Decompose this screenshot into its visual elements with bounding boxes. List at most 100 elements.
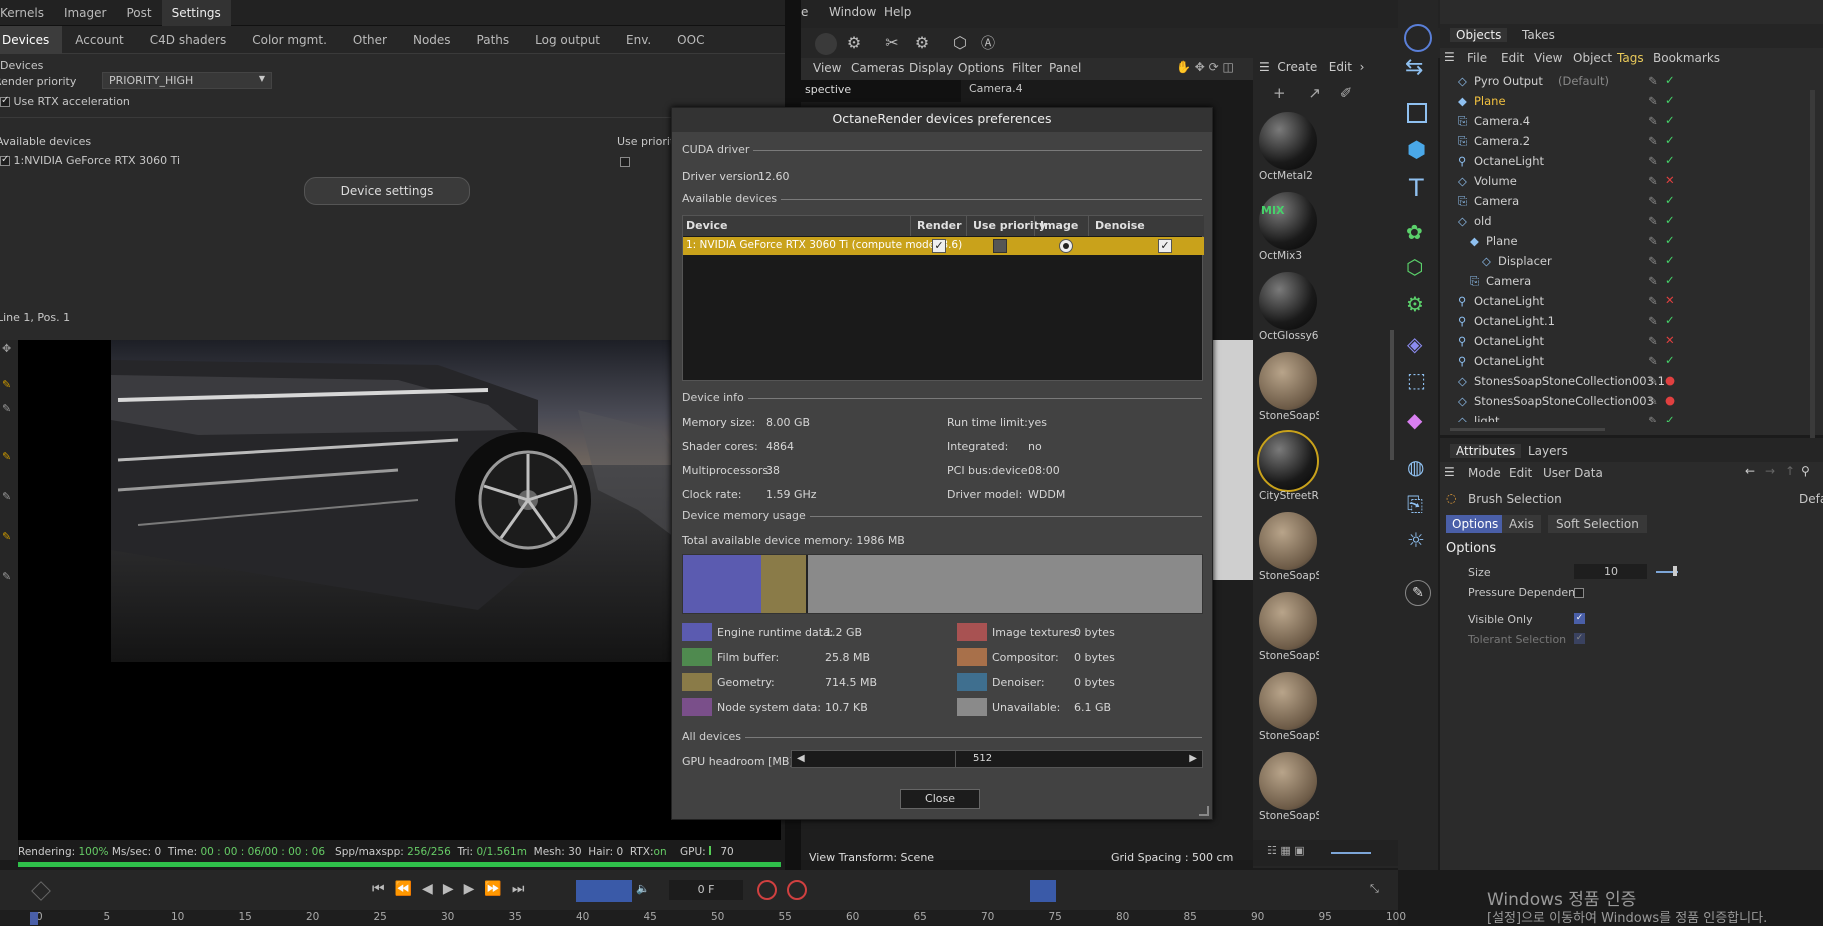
nav-up-icon[interactable]: ↑ <box>1785 464 1795 478</box>
object-row[interactable]: ⎘ Camera ✎ ✓ <box>1440 192 1823 212</box>
subtab-options[interactable]: Options <box>1446 515 1505 533</box>
render-settings-icon[interactable]: ✂ <box>881 33 903 55</box>
visible-only-checkbox[interactable]: ✓ <box>1574 613 1585 624</box>
enabled-check-icon[interactable]: ✓ <box>1665 153 1675 167</box>
tolerant-checkbox[interactable]: ✓ <box>1574 633 1585 644</box>
object-row[interactable]: ⎘ Camera ✎ ✓ <box>1440 272 1823 292</box>
eraser-tool-icon[interactable]: ✎ <box>2 570 11 583</box>
attribute-icon[interactable]: Ⓐ <box>977 33 999 55</box>
spline-icon[interactable]: ◆ <box>1407 408 1422 432</box>
subtab-account[interactable]: Account <box>62 26 136 54</box>
object-scrollbar[interactable] <box>1810 90 1815 460</box>
enabled-check-icon[interactable]: ✓ <box>1665 413 1675 422</box>
col-image[interactable]: Image <box>1040 219 1078 232</box>
col-use-priority[interactable]: Use priority <box>973 219 1046 232</box>
select-box-icon[interactable] <box>1407 103 1427 123</box>
object-row[interactable]: ◇ light ✎ ✓ <box>1440 412 1823 422</box>
cloner-icon[interactable]: ⬡ <box>1406 255 1423 279</box>
device-settings-button[interactable]: Device settings <box>304 177 470 205</box>
image-radio[interactable] <box>1059 239 1073 253</box>
edit-toggle-icon[interactable]: ✎ <box>1648 314 1658 328</box>
defaults-label[interactable]: Defa <box>1799 492 1823 506</box>
object-row[interactable]: ⎘ Camera.2 ✎ ✓ <box>1440 132 1823 152</box>
render-priority-dropdown[interactable]: PRIORITY_HIGH ▼ <box>102 72 272 89</box>
vp-menu-view[interactable]: View <box>813 61 841 75</box>
object-row[interactable]: ◇ Pyro Output (Default) ✎ ✓ <box>1440 72 1823 92</box>
edit-toggle-icon[interactable]: ✎ <box>1648 214 1658 228</box>
next-key-icon[interactable]: ⏩ <box>484 881 511 897</box>
render-viewport[interactable] <box>18 340 781 840</box>
thumb-size-slider[interactable] <box>1331 852 1371 854</box>
tab-takes[interactable]: Takes <box>1522 28 1555 42</box>
tab-objects[interactable]: Objects <box>1450 28 1508 42</box>
timeline-expand-icon[interactable]: ⤡ <box>1370 882 1379 896</box>
subtab-env[interactable]: Env. <box>613 26 664 54</box>
edit-toggle-icon[interactable]: ✎ <box>1648 74 1658 88</box>
knife-tool-icon[interactable]: ✎ <box>2 490 11 503</box>
scene-icon[interactable]: ⬚ <box>1407 368 1426 392</box>
resize-grip-icon[interactable] <box>1199 806 1209 816</box>
pressure-checkbox[interactable] <box>1574 588 1584 598</box>
keyframe-icon[interactable] <box>31 881 51 901</box>
magnet-tool-icon[interactable]: ✎ <box>2 530 11 543</box>
visibility-dot-icon[interactable]: ● <box>1665 373 1675 387</box>
prev-key-icon[interactable]: ⏪ <box>395 881 422 897</box>
search-icon[interactable]: ⚲ <box>1801 464 1810 478</box>
add-icon[interactable]: + <box>1273 84 1286 102</box>
pan-icon[interactable]: ✋ ✥ ⟳ ◫ <box>1176 60 1234 74</box>
om-edit[interactable]: Edit <box>1501 51 1524 65</box>
timeline-ruler[interactable]: 0 5 10 15 20 25 30 35 40 45 50 55 60 65 70 75 80 85 90 95 10… <box>0 910 1406 925</box>
object-row[interactable]: ◇ StonesSoapStoneCollection003.1 ✎ ● <box>1440 372 1823 392</box>
enabled-check-icon[interactable]: ✓ <box>1665 193 1675 207</box>
eyedropper-icon[interactable]: ✐ <box>1340 84 1353 102</box>
hamburger-menu-icon[interactable]: ☰ <box>1444 50 1455 64</box>
circle-tool-icon[interactable] <box>815 33 837 55</box>
enabled-check-icon[interactable]: ✓ <box>1665 253 1675 267</box>
close-button[interactable]: Close <box>900 789 980 809</box>
enabled-check-icon[interactable]: ✓ <box>1665 93 1675 107</box>
play-icon[interactable]: ▶ <box>443 881 464 897</box>
playhead[interactable] <box>30 912 38 925</box>
move-icon[interactable]: ⇆ <box>1405 55 1423 80</box>
create-menu[interactable]: Create <box>1277 60 1317 74</box>
device-row[interactable]: 1: NVIDIA GeForce RTX 3060 Ti (compute m… <box>683 237 1204 255</box>
move-tool-icon[interactable]: ✥ <box>2 342 11 355</box>
material-scrollbar[interactable] <box>1390 330 1394 460</box>
enabled-check-icon[interactable]: ✓ <box>1665 113 1675 127</box>
enabled-check-icon[interactable]: ✓ <box>1665 353 1675 367</box>
attr-mode[interactable]: Mode <box>1468 466 1501 480</box>
subtab-paths[interactable]: Paths <box>464 26 523 54</box>
edit-icon[interactable]: ✎ <box>1405 580 1431 606</box>
material-swatch[interactable] <box>1259 272 1317 330</box>
next-frame-icon[interactable]: ▶ <box>464 881 485 897</box>
menu-help[interactable]: Help <box>884 5 911 19</box>
enabled-check-icon[interactable]: ✓ <box>1665 273 1675 287</box>
size-input[interactable]: 10 <box>1574 564 1647 579</box>
col-render[interactable]: Render <box>917 219 962 232</box>
object-row[interactable]: ⚲ OctaneLight ✎ ✓ <box>1440 152 1823 172</box>
cube-icon[interactable]: ⬢ <box>1407 138 1426 163</box>
subtab-devices[interactable]: Devices <box>0 25 63 54</box>
subtab-log-output[interactable]: Log output <box>522 26 613 54</box>
edit-menu[interactable]: Edit <box>1329 60 1352 74</box>
material-swatch[interactable] <box>1259 672 1317 730</box>
visibility-dot-icon[interactable]: ● <box>1665 393 1675 407</box>
gear-icon[interactable]: ⚙ <box>843 33 865 55</box>
nav-forward-icon[interactable]: → <box>1765 464 1775 478</box>
object-row[interactable]: ◇ StonesSoapStoneCollection003 ✎ ● <box>1440 392 1823 412</box>
sound-icon[interactable]: 🔈 <box>636 882 650 895</box>
render-view-icon[interactable] <box>1404 24 1432 52</box>
edit-toggle-icon[interactable]: ✎ <box>1648 294 1658 308</box>
hamburger-icon[interactable]: ☰ <box>1259 60 1270 74</box>
subtab-ooc[interactable]: OOC <box>664 26 717 54</box>
om-file[interactable]: File <box>1467 51 1487 65</box>
object-row[interactable]: ◇ Displacer ✎ ✓ <box>1440 252 1823 272</box>
light-icon[interactable]: ☼ <box>1407 528 1425 552</box>
current-frame-field[interactable]: 0 F <box>669 880 743 900</box>
auto-record-icon[interactable] <box>787 880 807 900</box>
menu-e[interactable]: e <box>801 5 808 19</box>
edit-toggle-icon[interactable]: ✎ <box>1648 154 1658 168</box>
brush-tool-icon[interactable]: ✎ <box>2 378 11 391</box>
col-denoise[interactable]: Denoise <box>1095 219 1145 232</box>
prev-frame-icon[interactable]: ◀ <box>422 881 443 897</box>
